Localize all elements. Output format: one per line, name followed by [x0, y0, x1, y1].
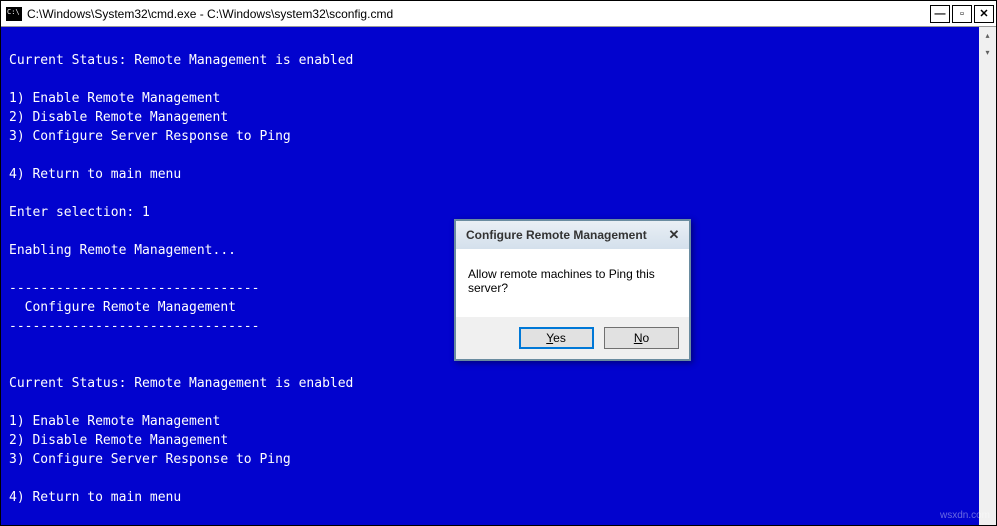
scroll-down-icon[interactable]: ▾: [979, 44, 996, 61]
dialog-window: Configure Remote Management ✕ Allow remo…: [454, 219, 691, 361]
yes-button[interactable]: Yes: [519, 327, 594, 349]
window-title: C:\Windows\System32\cmd.exe - C:\Windows…: [27, 7, 930, 21]
dialog-message: Allow remote machines to Ping this serve…: [456, 249, 689, 317]
close-button[interactable]: ✕: [974, 5, 994, 23]
cmd-icon: [6, 7, 22, 21]
dialog-titlebar: Configure Remote Management ✕: [456, 221, 689, 249]
watermark: wsxdn.com: [940, 510, 990, 521]
vertical-scrollbar[interactable]: ▴ ▾: [979, 27, 996, 525]
no-label-rest: o: [642, 331, 649, 345]
titlebar: C:\Windows\System32\cmd.exe - C:\Windows…: [1, 1, 996, 27]
yes-label-rest: es: [553, 331, 566, 345]
maximize-button[interactable]: ▫: [952, 5, 972, 23]
dialog-title: Configure Remote Management: [466, 228, 665, 242]
scroll-up-icon[interactable]: ▴: [979, 27, 996, 44]
no-button[interactable]: No: [604, 327, 679, 349]
minimize-button[interactable]: —: [930, 5, 950, 23]
dialog-close-button[interactable]: ✕: [665, 227, 683, 243]
dialog-button-row: Yes No: [456, 317, 689, 359]
titlebar-buttons: — ▫ ✕: [930, 5, 994, 23]
command-prompt-window: C:\Windows\System32\cmd.exe - C:\Windows…: [0, 0, 997, 526]
